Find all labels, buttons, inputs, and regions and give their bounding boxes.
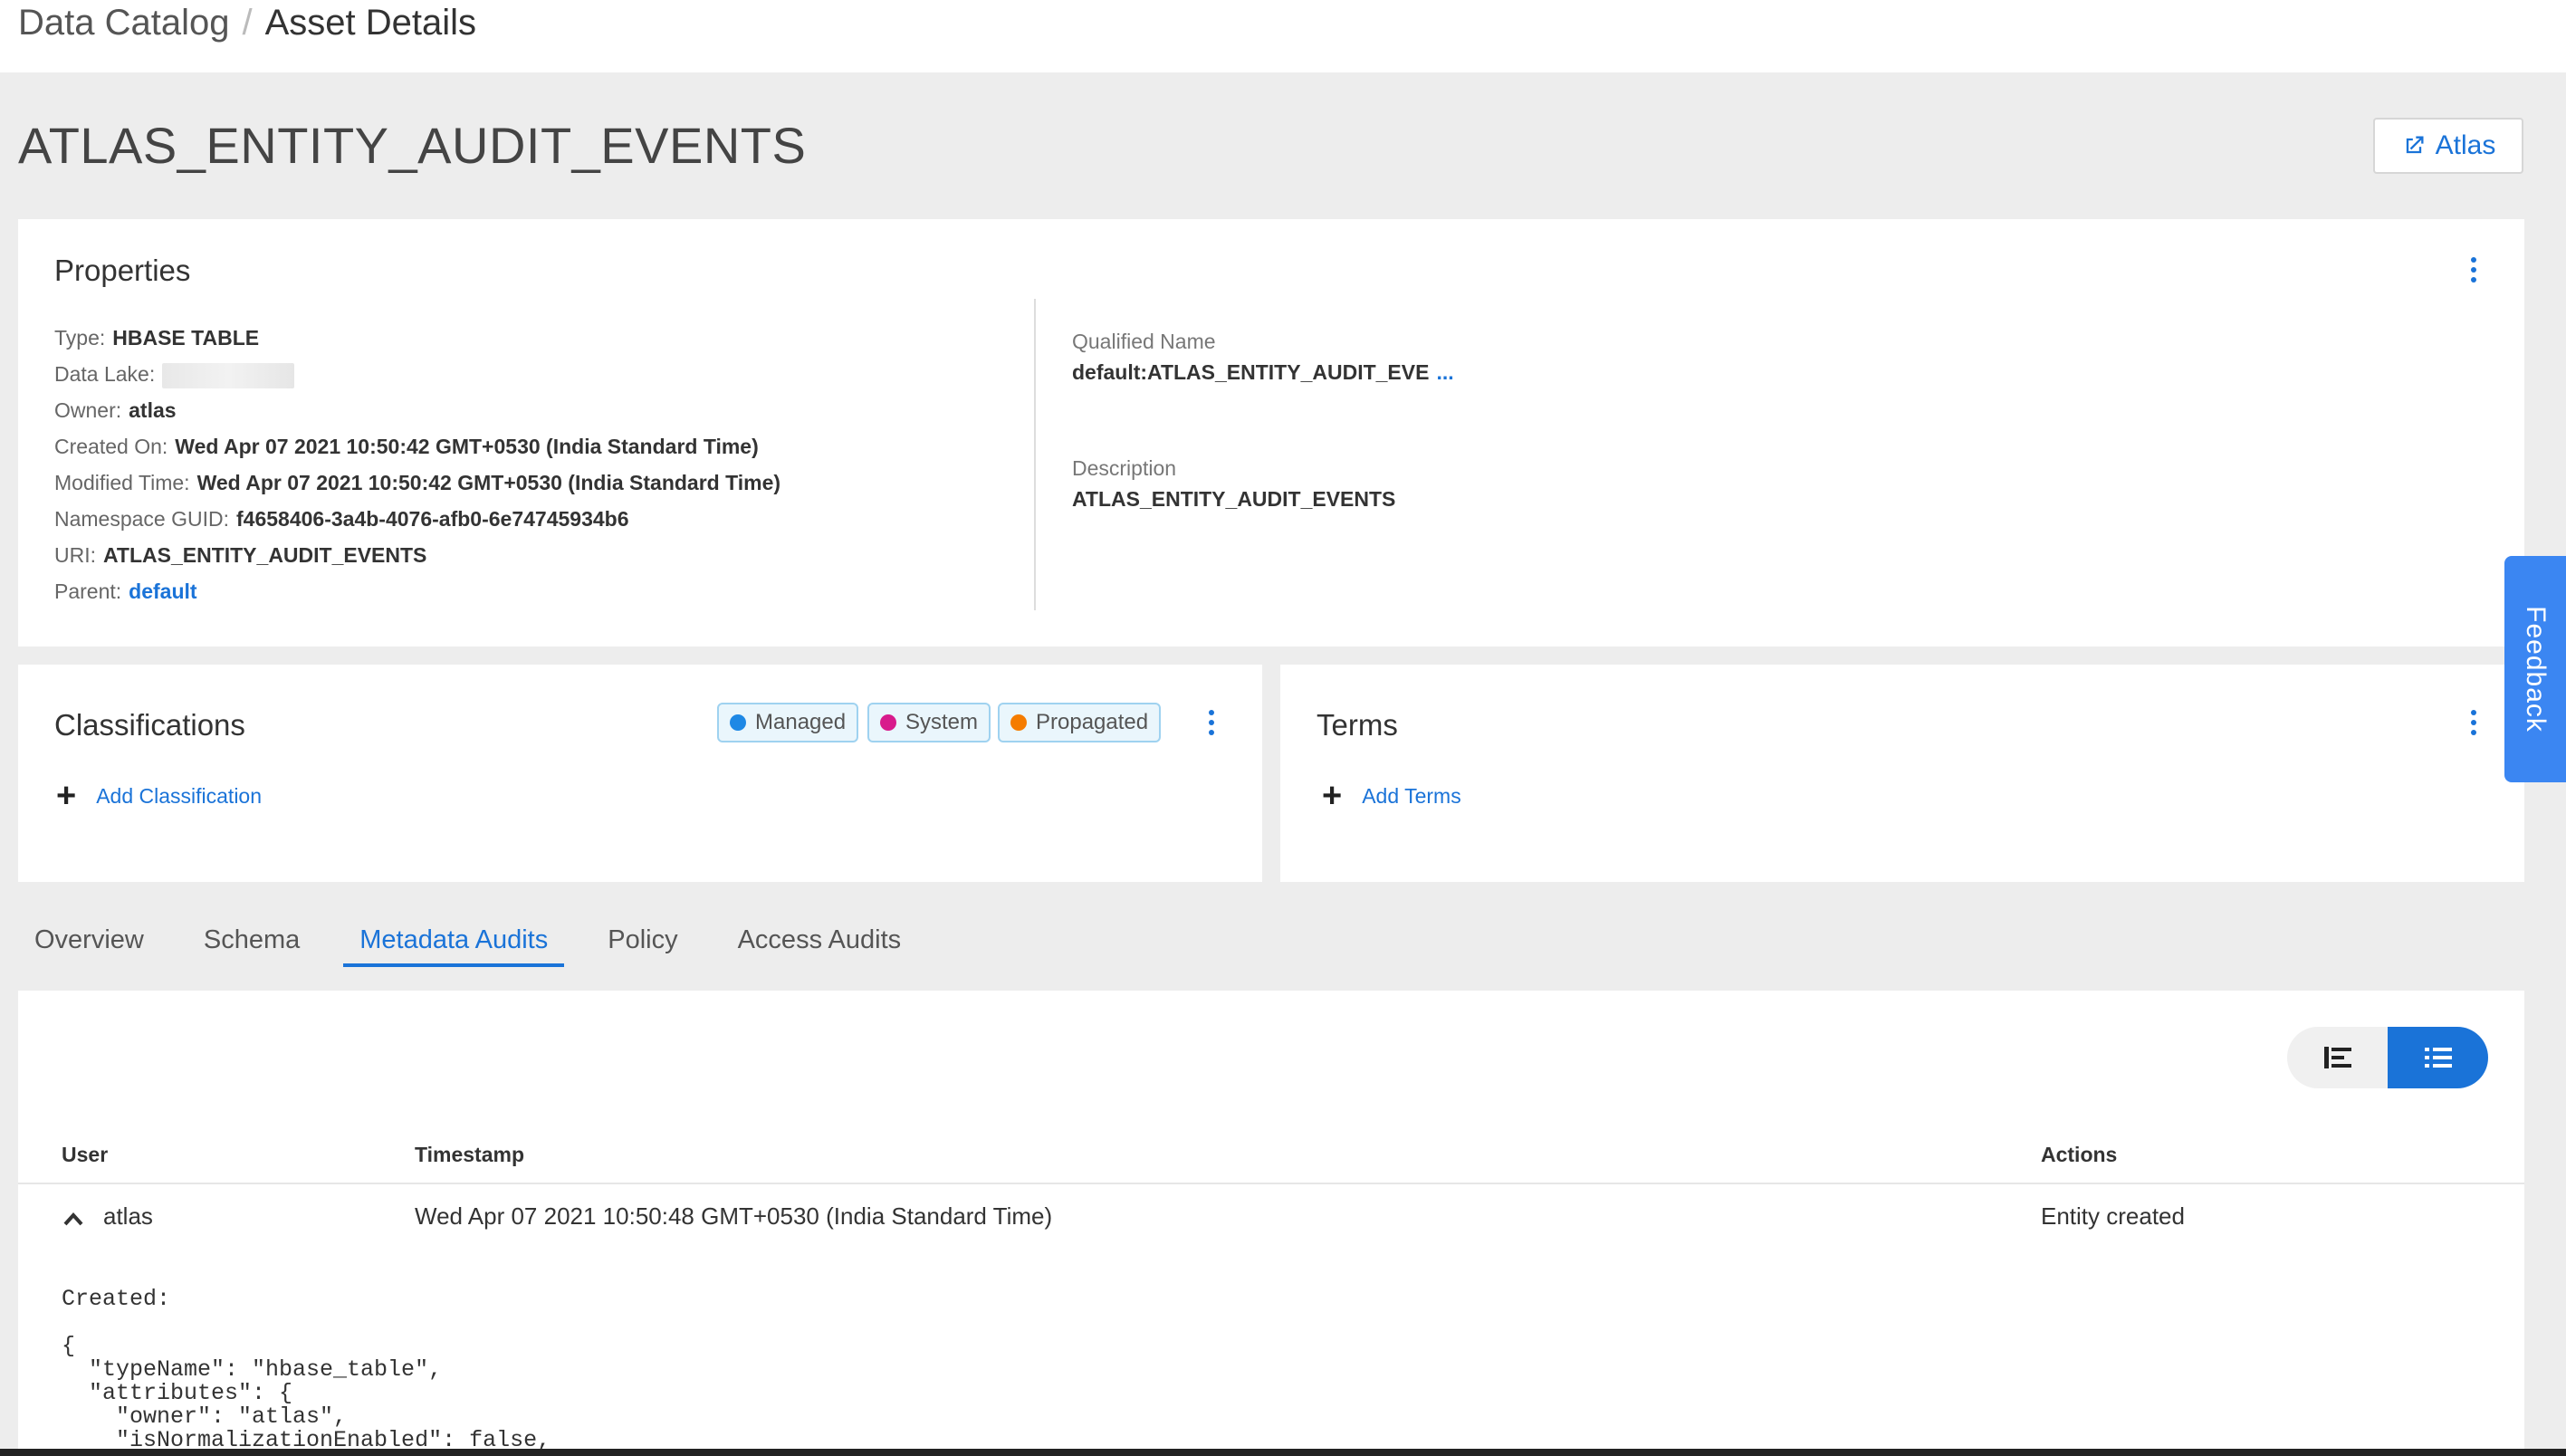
property-uri: URI: ATLAS_ENTITY_AUDIT_EVENTS [54,543,427,567]
properties-more-icon[interactable] [2468,257,2479,283]
breadcrumb-data-catalog[interactable]: Data Catalog [18,3,229,43]
tab-overview[interactable]: Overview [18,913,160,967]
asset-tabs: Overview Schema Metadata Audits Policy A… [18,913,944,967]
classifications-more-icon[interactable] [1206,710,1217,735]
property-type: Type: HBASE TABLE [54,326,260,350]
add-classification-button[interactable]: + Add Classification [56,779,262,813]
property-created-on: Created On: Wed Apr 07 2021 10:50:42 GMT+… [54,435,759,458]
qualified-name-value: default:ATLAS_ENTITY_AUDIT_EVE... [1072,360,1454,384]
data-lake-redacted [162,362,295,388]
tab-schema[interactable]: Schema [187,913,316,967]
tab-metadata-audits[interactable]: Metadata Audits [343,913,565,967]
atlas-button-label: Atlas [2435,130,2496,160]
tab-access-audits[interactable]: Access Audits [722,913,918,967]
top-bar: Data Catalog / Asset Details [0,0,2566,72]
audit-row-action: Entity created [2041,1202,2185,1230]
properties-card: Properties Type: HBASE TABLE Data Lake: O… [18,219,2524,647]
breadcrumb-separator: / [242,2,253,43]
audit-detail-label: Created: [62,1286,171,1312]
timeline-list-icon [2323,1047,2351,1068]
legend-propagated: Propagated [998,703,1162,742]
properties-divider [1034,299,1036,610]
classifications-title: Classifications [54,708,245,742]
propagated-dot-icon [1010,714,1027,731]
qualified-name-label: Qualified Name [1072,330,1216,353]
timeline-view-button[interactable] [2287,1027,2388,1088]
terms-card: Terms + Add Terms [1280,665,2524,882]
list-icon [2424,1048,2452,1068]
breadcrumb-current: Asset Details [264,2,477,43]
column-header-user: User [62,1143,109,1166]
plus-icon: + [1322,777,1343,815]
description-label: Description [1072,456,1177,480]
property-modified-time: Modified Time: Wed Apr 07 2021 10:50:42 G… [54,471,781,494]
property-data-lake: Data Lake: [54,362,295,388]
description-value: ATLAS_ENTITY_AUDIT_EVENTS [1072,487,1396,511]
system-dot-icon [880,714,896,731]
plus-icon: + [56,777,77,815]
property-owner: Owner: atlas [54,398,177,422]
parent-link[interactable]: default [129,580,196,603]
atlas-button[interactable]: Atlas [2373,118,2523,174]
bottom-edge [0,1449,2566,1456]
breadcrumb: Data Catalog / Asset Details [18,0,476,45]
qualified-name-more-link[interactable]: ... [1436,360,1453,384]
column-header-actions: Actions [2041,1143,2118,1166]
audit-row-user: atlas [103,1202,153,1230]
terms-title: Terms [1317,708,1398,742]
terms-more-icon[interactable] [2468,710,2479,735]
collapse-chevron-up-icon[interactable] [63,1210,83,1230]
feedback-tab[interactable]: Feedback [2504,556,2566,782]
classifications-card: Classifications Managed System Propagate… [18,665,1262,882]
view-toggle [2287,1027,2488,1088]
managed-dot-icon [730,714,746,731]
property-parent: Parent: default [54,580,197,603]
list-view-button[interactable] [2388,1027,2488,1088]
properties-title: Properties [54,254,191,287]
legend-managed: Managed [717,703,859,742]
tab-policy[interactable]: Policy [591,913,694,967]
table-header-divider [18,1183,2524,1184]
external-link-icon [2406,136,2424,154]
property-namespace-guid: Namespace GUID: f4658406-3a4b-4076-afb0-6… [54,507,629,531]
column-header-timestamp: Timestamp [415,1143,525,1166]
audit-detail-json: { "typeName": "hbase_table", "attributes… [62,1333,551,1453]
add-terms-button[interactable]: + Add Terms [1322,779,1461,813]
audit-row-timestamp: Wed Apr 07 2021 10:50:48 GMT+0530 (India… [415,1202,1053,1230]
legend-system: System [867,703,991,742]
page-title: ATLAS_ENTITY_AUDIT_EVENTS [18,117,807,174]
